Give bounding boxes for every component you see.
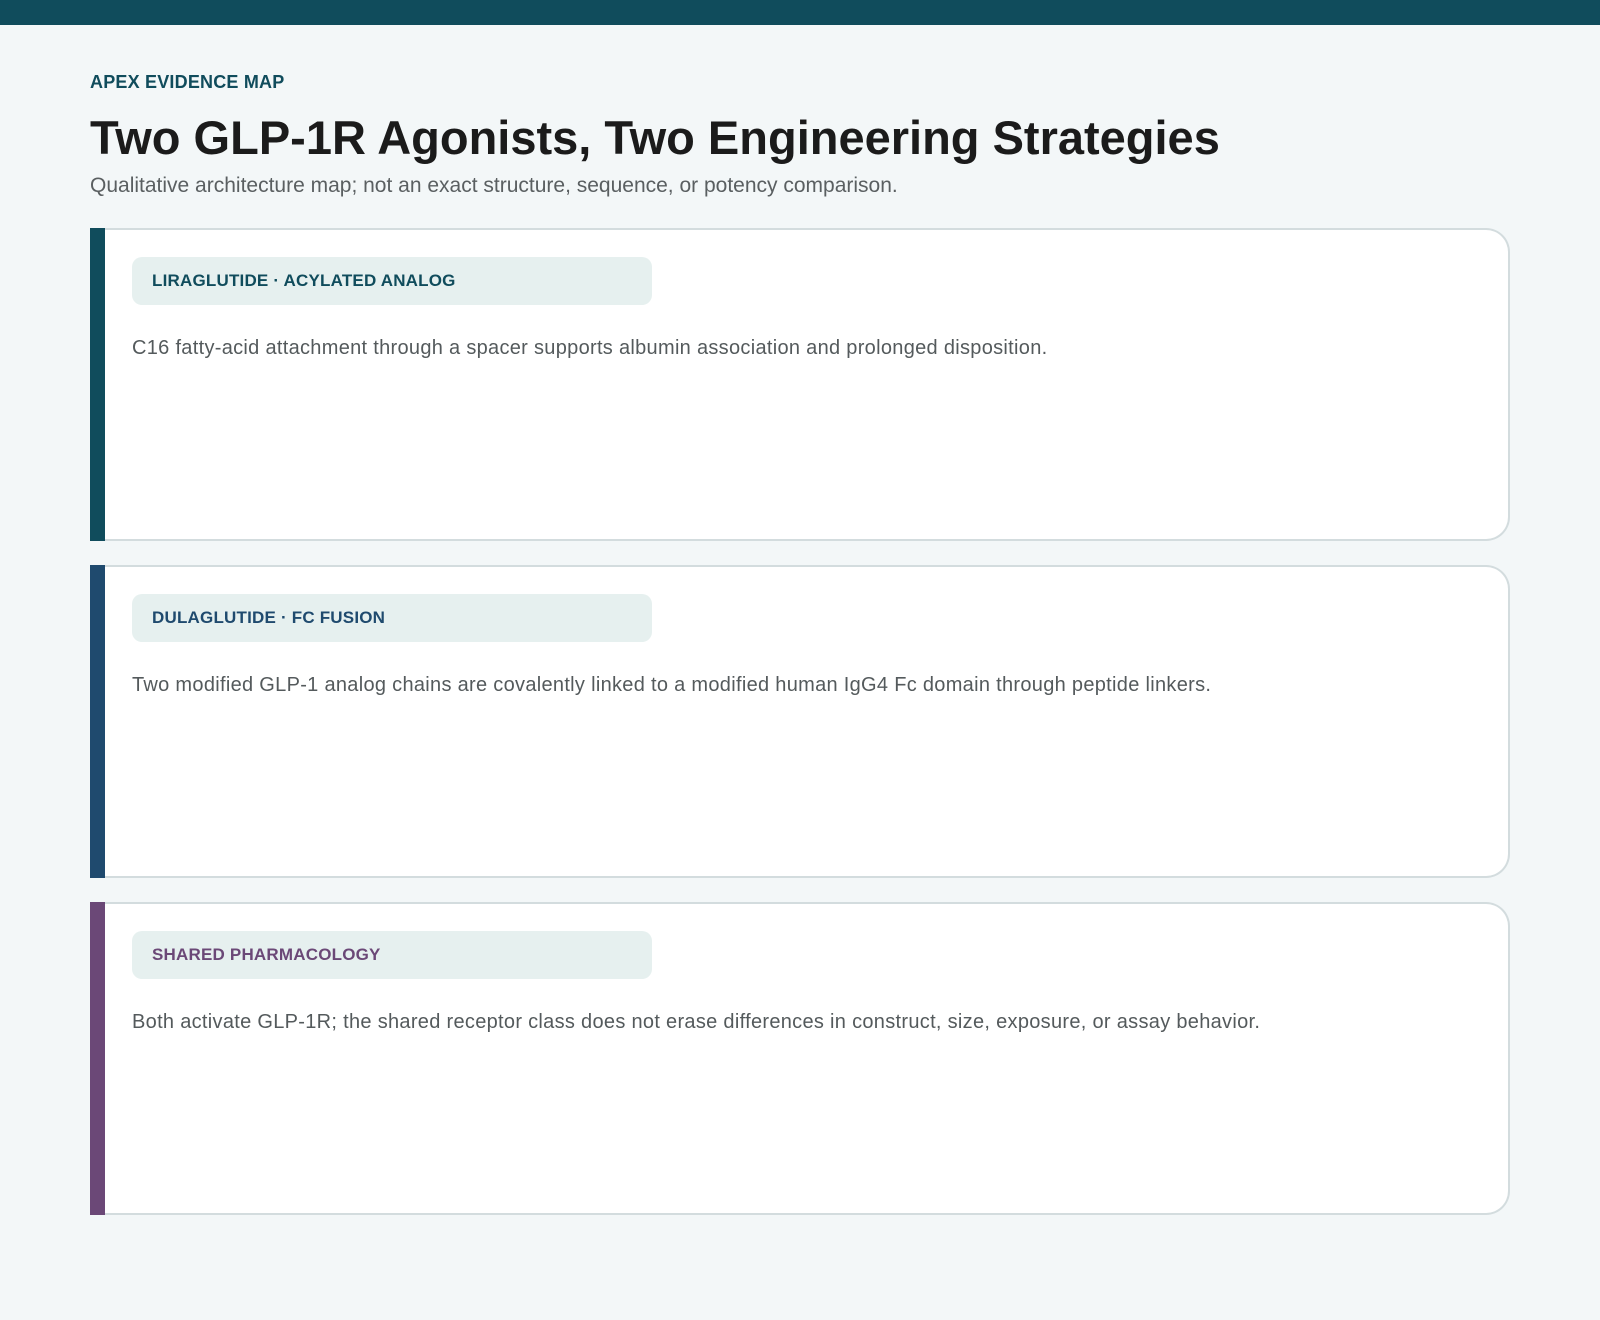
card-tag: SHARED PHARMACOLOGY (132, 931, 652, 979)
card-dulaglutide: DULAGLUTIDE · FC FUSION Two modified GLP… (90, 565, 1510, 878)
card-tag: LIRAGLUTIDE · ACYLATED ANALOG (132, 257, 652, 305)
card-accent-bar (90, 902, 105, 1215)
card-description: Two modified GLP-1 analog chains are cov… (132, 674, 1212, 696)
card-liraglutide: LIRAGLUTIDE · ACYLATED ANALOG C16 fatty-… (90, 228, 1510, 541)
page-subtitle: Qualitative architecture map; not an exa… (90, 174, 898, 197)
card-accent-bar (90, 565, 105, 878)
card-description: C16 fatty-acid attachment through a spac… (132, 337, 1048, 359)
card-accent-bar (90, 228, 105, 541)
card-tag: DULAGLUTIDE · FC FUSION (132, 594, 652, 642)
card-shared-pharmacology: SHARED PHARMACOLOGY Both activate GLP-1R… (90, 902, 1510, 1215)
page-header: APEX EVIDENCE MAP Two GLP-1R Agonists, T… (90, 70, 1510, 200)
card-description: Both activate GLP-1R; the shared recepto… (132, 1011, 1261, 1033)
kicker-label: APEX EVIDENCE MAP (90, 72, 285, 92)
page-title: Two GLP-1R Agonists, Two Engineering Str… (90, 111, 1220, 164)
top-bar (0, 0, 1600, 25)
